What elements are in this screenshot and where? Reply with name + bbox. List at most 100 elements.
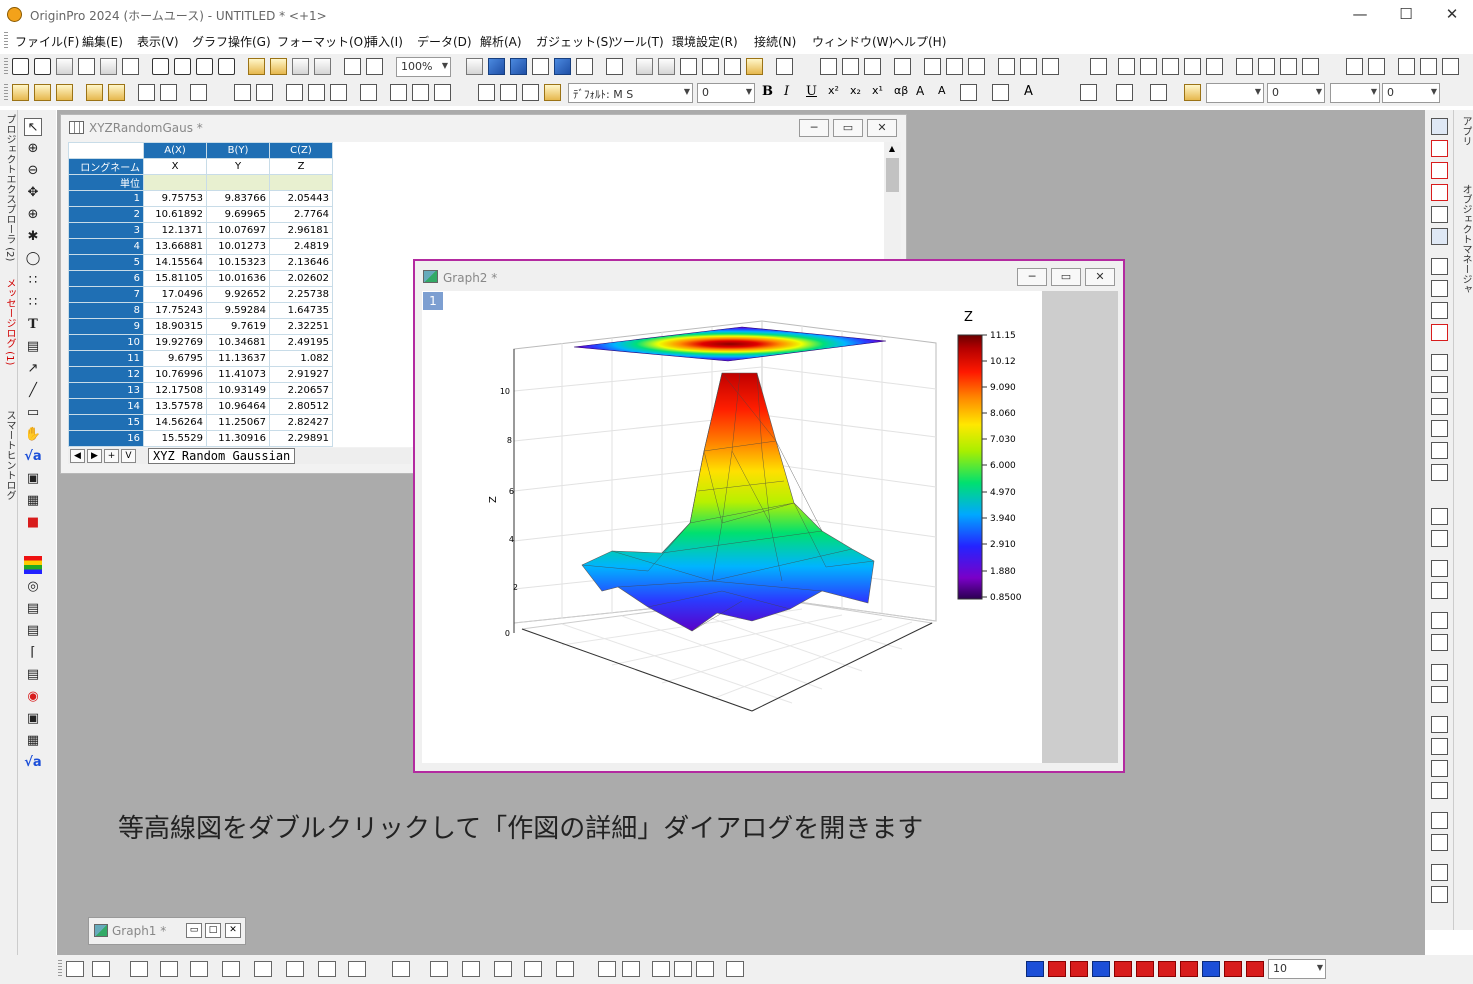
- sheet-list-button[interactable]: V: [121, 449, 136, 463]
- align-10-icon[interactable]: [1431, 738, 1448, 755]
- bracket-tool-icon[interactable]: ⌈: [24, 644, 42, 662]
- scroll-thumb[interactable]: [886, 158, 899, 192]
- table-row[interactable]: 6 15.81105 10.01636 2.02602: [68, 270, 333, 287]
- data-cell[interactable]: 9.69965: [206, 206, 270, 223]
- data-cell[interactable]: 10.15323: [206, 254, 270, 271]
- template-3-icon[interactable]: [652, 961, 670, 977]
- terminal-icon[interactable]: [724, 58, 741, 75]
- new-notes-icon[interactable]: [196, 58, 213, 75]
- layer-icon[interactable]: [138, 84, 155, 101]
- set-y-icon[interactable]: [1140, 58, 1157, 75]
- row-header[interactable]: 11: [68, 350, 144, 367]
- align-3-icon[interactable]: [1431, 560, 1448, 577]
- layout-2-icon[interactable]: [1431, 280, 1448, 297]
- row-header[interactable]: 8: [68, 302, 144, 319]
- template-5-icon[interactable]: [696, 961, 714, 977]
- data-cell[interactable]: 10.34681: [206, 334, 270, 351]
- table-row[interactable]: 8 17.75243 9.59284 1.64735: [68, 302, 333, 319]
- mask-tool-icon[interactable]: ∷: [24, 294, 42, 312]
- units-cell[interactable]: [206, 174, 270, 191]
- statistics-icon[interactable]: [842, 58, 859, 75]
- axes-5-icon[interactable]: [1431, 442, 1448, 459]
- swap-icon[interactable]: [1398, 58, 1415, 75]
- minimize-button[interactable]: —: [1337, 3, 1383, 25]
- row-header[interactable]: 3: [68, 222, 144, 239]
- fill-size-select[interactable]: 0 ▼: [1382, 83, 1440, 103]
- set-error-icon[interactable]: [1090, 58, 1107, 75]
- graph-minimize-button[interactable]: ─: [1017, 268, 1047, 286]
- data-connector-icon[interactable]: [390, 84, 407, 101]
- data-cell[interactable]: 11.13637: [206, 350, 270, 367]
- row-header[interactable]: 4: [68, 238, 144, 255]
- line-symbol-icon[interactable]: [130, 961, 148, 977]
- data-reader-icon[interactable]: ⊕: [24, 206, 42, 224]
- tab-messages-log[interactable]: メッセージログ (1): [1, 278, 17, 365]
- open-template-icon[interactable]: [270, 58, 287, 75]
- command-window-icon[interactable]: [636, 58, 653, 75]
- add-column-icon[interactable]: [776, 58, 793, 75]
- ws-close-button[interactable]: ✕: [867, 119, 897, 137]
- zoom-select[interactable]: 100% ▼: [396, 57, 451, 77]
- pin-icon[interactable]: [160, 84, 177, 101]
- histogram-icon[interactable]: [968, 58, 985, 75]
- column-header[interactable]: B(Y): [206, 142, 270, 159]
- row-header[interactable]: 10: [68, 334, 144, 351]
- 3d-plot-icon[interactable]: [348, 961, 366, 977]
- data-cell[interactable]: 19.92769: [143, 334, 207, 351]
- worksheet-table[interactable]: A(X) B(Y) C(Z) ロングネーム X Y Z 単位 1 9.75753 9.83766 2.…: [68, 142, 333, 447]
- column-header[interactable]: C(Z): [269, 142, 333, 159]
- graph1-minimized-window[interactable]: Graph1 * ▭ □ ✕: [88, 917, 246, 945]
- row-header[interactable]: 14: [68, 398, 144, 415]
- arrow-left-icon[interactable]: [12, 84, 29, 101]
- align-icon[interactable]: [960, 84, 977, 101]
- bold-icon[interactable]: B: [762, 84, 779, 101]
- graph-page[interactable]: 0 2 4 6 8 10 Z Z 11.15 10.12 9.090 8.060…: [422, 291, 1042, 763]
- align-8-icon[interactable]: [1431, 686, 1448, 703]
- row-header[interactable]: 16: [68, 430, 144, 447]
- multi-panel-icon[interactable]: [190, 961, 208, 977]
- rescale-x-icon[interactable]: [1431, 140, 1448, 157]
- save-icon[interactable]: [292, 58, 309, 75]
- paste-icon[interactable]: [522, 84, 539, 101]
- heatmap-icon[interactable]: [494, 961, 512, 977]
- graph1-close-button[interactable]: ✕: [225, 923, 241, 938]
- graph1-maximize-button[interactable]: □: [205, 923, 221, 938]
- 3d-view-2-icon[interactable]: [1048, 961, 1066, 977]
- calendar-icon[interactable]: [680, 58, 697, 75]
- row-header[interactable]: 9: [68, 318, 144, 335]
- table-row[interactable]: 10 19.92769 10.34681 2.49195: [68, 334, 333, 351]
- data-cell[interactable]: 10.01273: [206, 238, 270, 255]
- pattern-icon[interactable]: [1116, 84, 1133, 101]
- longname-row-label[interactable]: ロングネーム: [68, 158, 144, 175]
- zoom-out-icon[interactable]: ⊖: [24, 162, 42, 180]
- axes-1-icon[interactable]: [1431, 354, 1448, 371]
- data-cell[interactable]: 1.64735: [269, 302, 333, 319]
- align-11-icon[interactable]: [1431, 760, 1448, 777]
- new-graph-icon[interactable]: [122, 58, 139, 75]
- layer-1-badge[interactable]: 1: [423, 292, 443, 310]
- unmask-icon[interactable]: [1368, 58, 1385, 75]
- data-cell[interactable]: 10.61892: [143, 206, 207, 223]
- project-explorer-icon[interactable]: [606, 58, 623, 75]
- data-cell[interactable]: 2.4819: [269, 238, 333, 255]
- data-cell[interactable]: 10.93149: [206, 382, 270, 399]
- 3d-view-10-icon[interactable]: [1224, 961, 1242, 977]
- notes-icon[interactable]: [702, 58, 719, 75]
- data-cell[interactable]: 11.41073: [206, 366, 270, 383]
- next-icon[interactable]: [1280, 58, 1297, 75]
- import-data-icon[interactable]: [330, 84, 347, 101]
- menu-tools[interactable]: ツール(T): [611, 33, 664, 50]
- data-cell[interactable]: 9.83766: [206, 190, 270, 207]
- axes-4-icon[interactable]: [1431, 420, 1448, 437]
- arrow-tool-icon[interactable]: ↗: [24, 360, 42, 378]
- tab-smart-hint-log[interactable]: スマートヒントログ: [1, 410, 17, 500]
- data-cell[interactable]: 15.81105: [143, 270, 207, 287]
- tab-apps[interactable]: アプリ: [1457, 116, 1473, 146]
- import-ascii-icon[interactable]: [234, 84, 251, 101]
- align-5-icon[interactable]: [1431, 612, 1448, 629]
- axes-3-icon[interactable]: [1431, 398, 1448, 415]
- new-layout-icon[interactable]: [174, 58, 191, 75]
- 3d-view-8-icon[interactable]: [1180, 961, 1198, 977]
- data-cell[interactable]: 14.15564: [143, 254, 207, 271]
- area-plot-icon[interactable]: [254, 961, 272, 977]
